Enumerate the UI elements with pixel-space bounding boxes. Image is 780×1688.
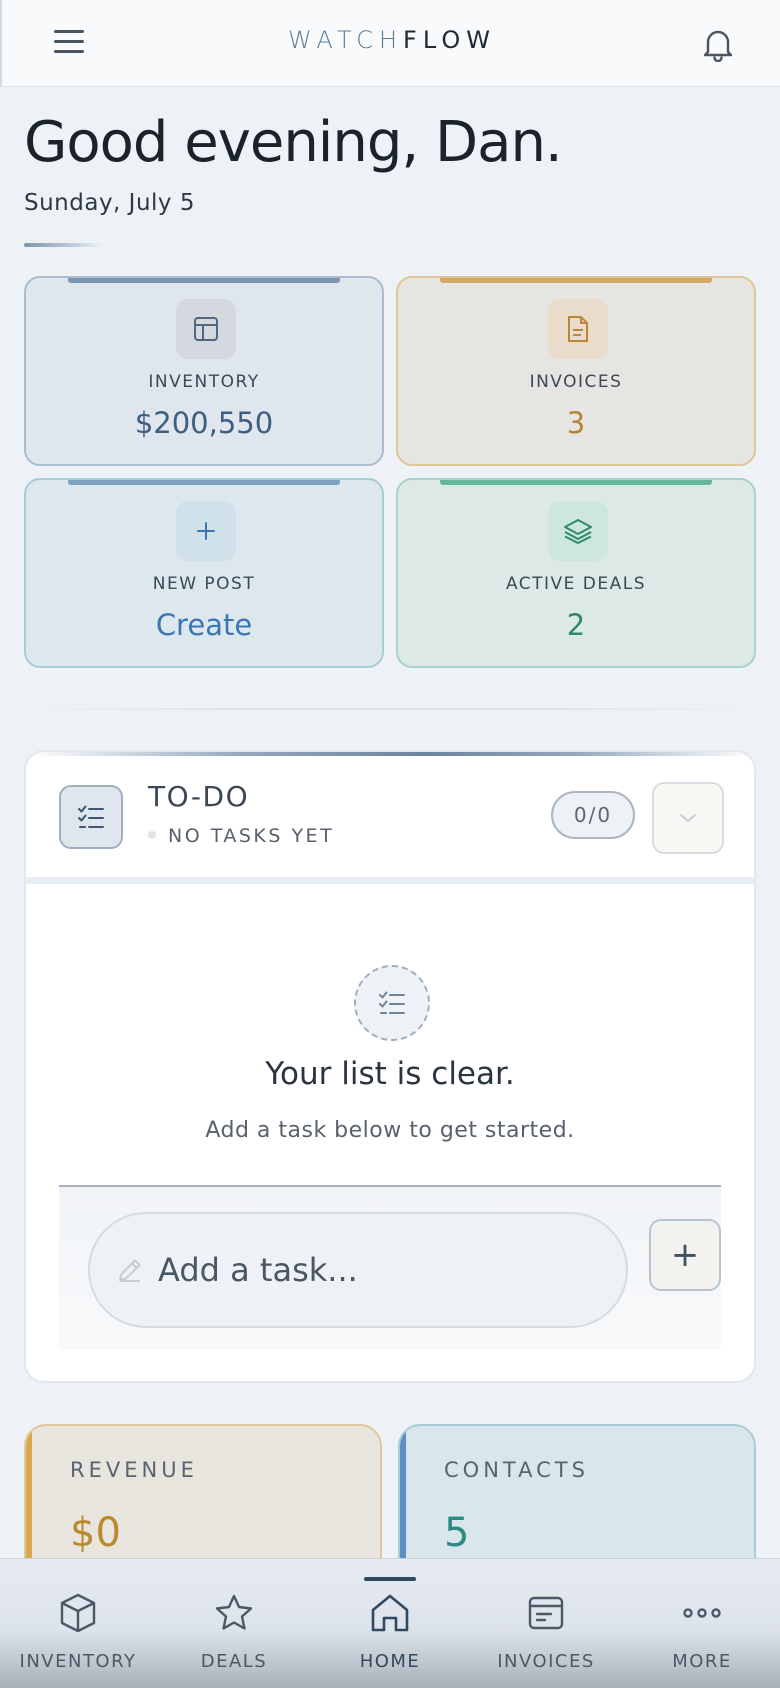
add-task-area: Add a task... +: [59, 1187, 721, 1350]
nav-label: HOME: [359, 1651, 421, 1672]
nav-item-more[interactable]: MORE: [624, 1559, 780, 1688]
stat-card-inventory[interactable]: INVENTORY $200,550: [24, 276, 384, 466]
todo-title: TO-DO: [148, 780, 250, 813]
brand-logo: WATCHFLOW: [2, 26, 780, 54]
card-accent-line: [440, 278, 712, 283]
brand-part-flow: FLOW: [403, 26, 496, 54]
greeting-date: Sunday, July 5: [24, 190, 195, 216]
nav-label: DEALS: [200, 1651, 268, 1672]
stat-value: $200,550: [134, 406, 274, 440]
greeting-title: Good evening, Dan.: [24, 110, 563, 175]
layers-icon: [548, 501, 608, 561]
stat-card-new-post[interactable]: NEW POST Create: [24, 478, 384, 668]
stat-value: Create: [155, 608, 253, 642]
checklist-icon: [59, 785, 123, 849]
cube-icon: [54, 1589, 102, 1637]
layout-grid-icon: [176, 299, 236, 359]
summary-value: $0: [70, 1510, 121, 1556]
add-task-input[interactable]: Add a task...: [88, 1212, 628, 1328]
home-icon: [366, 1589, 414, 1637]
summary-label: CONTACTS: [444, 1458, 589, 1482]
card-accent-line: [440, 480, 712, 485]
empty-checklist-icon: [354, 965, 430, 1041]
greeting-divider: [24, 243, 104, 247]
add-task-placeholder: Add a task...: [158, 1251, 358, 1289]
nav-item-inventory[interactable]: INVENTORY: [0, 1559, 156, 1688]
todo-header: TO-DO NO TASKS YET 0/0: [26, 752, 754, 884]
stat-label: ACTIVE DEALS: [505, 574, 647, 594]
todo-subtitle-text: NO TASKS YET: [168, 825, 335, 847]
stat-label: INVOICES: [529, 372, 623, 392]
nav-label: MORE: [672, 1651, 732, 1672]
stat-label: INVENTORY: [148, 372, 260, 392]
nav-item-invoices[interactable]: INVOICES: [468, 1559, 624, 1688]
section-divider: [24, 708, 756, 710]
stat-value: 3: [566, 406, 586, 440]
nav-label: INVENTORY: [19, 1651, 137, 1672]
todo-count-badge: 0/0: [551, 791, 635, 839]
status-dot: [148, 830, 156, 839]
stat-card-invoices[interactable]: INVOICES 3: [396, 276, 756, 466]
summary-value: 5: [444, 1510, 470, 1556]
pencil-icon: [119, 1259, 141, 1282]
invoice-icon: [522, 1589, 570, 1637]
card-accent-line: [68, 278, 340, 283]
card-accent-line: [68, 480, 340, 485]
empty-state-subtitle: Add a task below to get started.: [205, 1118, 575, 1143]
chevron-down-icon[interactable]: [652, 782, 724, 854]
summary-label: REVENUE: [70, 1458, 198, 1482]
add-task-button[interactable]: +: [649, 1219, 721, 1291]
stat-label: NEW POST: [152, 574, 256, 594]
empty-state-title: Your list is clear.: [265, 1056, 515, 1092]
top-app-bar: WATCHFLOW: [0, 0, 780, 87]
bell-icon[interactable]: [702, 26, 734, 63]
active-indicator: [364, 1577, 416, 1581]
stat-value: 2: [566, 608, 586, 642]
stat-card-active-deals[interactable]: ACTIVE DEALS 2: [396, 478, 756, 668]
nav-label: INVOICES: [497, 1651, 595, 1672]
brand-part-watch: WATCH: [288, 26, 404, 54]
todo-card: TO-DO NO TASKS YET 0/0 Your list is clea…: [24, 750, 756, 1383]
nav-item-deals[interactable]: DEALS: [156, 1559, 312, 1688]
todo-subtitle: NO TASKS YET: [148, 825, 334, 847]
nav-item-home[interactable]: HOME: [312, 1559, 468, 1688]
more-dots-icon: [678, 1589, 726, 1637]
star-icon: [210, 1589, 258, 1637]
bottom-navigation: INVENTORY DEALS HOME INVOICES MORE: [0, 1558, 780, 1688]
document-icon: [548, 299, 608, 359]
plus-icon: [176, 501, 236, 561]
